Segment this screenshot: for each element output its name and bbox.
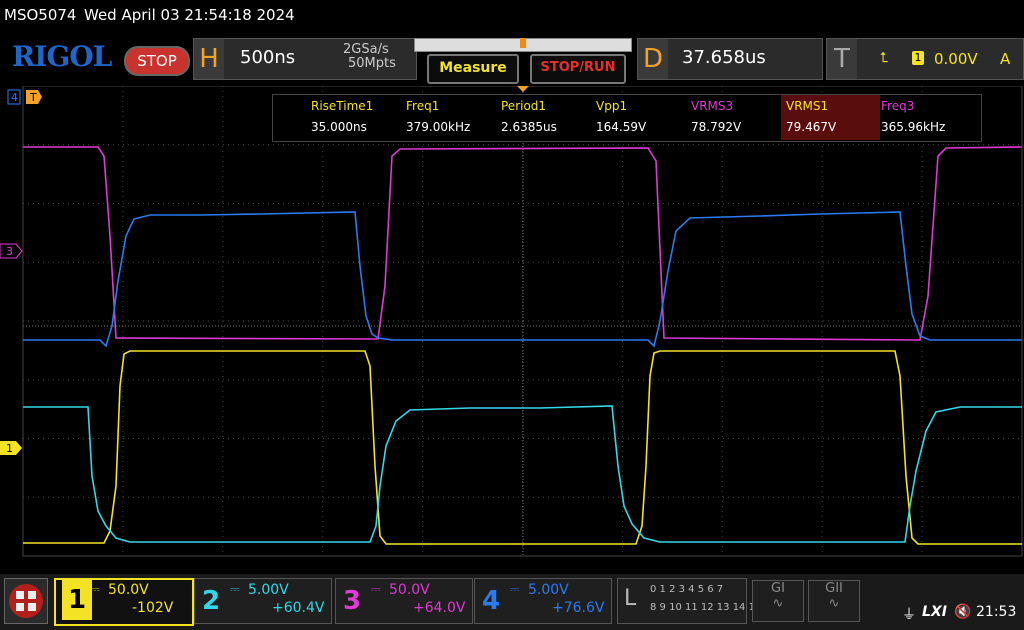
measurement-value: 79.467V <box>781 117 880 140</box>
dc-coupling-icon: ⎓ <box>510 582 520 596</box>
measurement-value: 365.96kHz <box>881 120 946 134</box>
sine-wave-icon: ∿ <box>828 596 840 611</box>
measurement-value: 164.59V <box>596 120 647 134</box>
channel-2-number: 2 <box>202 586 221 616</box>
generator-2-label: GII <box>825 581 843 596</box>
logic-channels-low: 0 1 2 3 4 5 6 7 <box>650 584 724 595</box>
measurement-label: VRMS3 <box>691 99 734 113</box>
timebase-value: 500ns <box>240 47 296 68</box>
run-state-badge[interactable]: STOP <box>124 46 190 76</box>
channel-1-offset: -102V <box>132 600 174 616</box>
trigger-mode: A <box>1000 50 1011 68</box>
logic-key[interactable]: L <box>624 586 636 611</box>
rigol-logo: RIGOL <box>12 40 112 73</box>
channel-3-offset: +64.0V <box>413 600 466 616</box>
generator-1-button[interactable]: GI ∿ <box>752 580 804 622</box>
usb-icon: ⏚ <box>902 607 916 623</box>
measurement-table[interactable]: RiseTime1 35.000ns Freq1 379.00kHz Period1 2.… <box>272 94 982 142</box>
ch3-marker-label: 3 <box>6 245 13 258</box>
measurement-value: 78.792V <box>691 120 742 134</box>
rising-edge-icon: ⮤ <box>880 50 889 66</box>
measurement-label: RiseTime1 <box>311 99 374 113</box>
horizontal-key[interactable]: H <box>194 39 224 79</box>
dc-coupling-icon: ⎓ <box>90 582 100 596</box>
measurement-label: Freq3 <box>881 99 915 113</box>
measurement-value: 2.6385us <box>501 120 557 134</box>
grid-menu-icon <box>9 584 43 618</box>
ch4-marker[interactable]: 4 <box>7 89 21 105</box>
ch4-marker-label: 4 <box>11 91 18 104</box>
datetime-label: Wed April 03 21:54:18 2024 <box>84 6 295 24</box>
measurement-label: Freq1 <box>406 99 440 113</box>
delay-key[interactable]: D <box>638 39 668 79</box>
lxi-logo: LXI <box>922 604 947 620</box>
channel-2-offset: +60.4V <box>272 600 325 616</box>
dc-coupling-icon: ⎓ <box>230 582 240 596</box>
channel-4-offset: +76.6V <box>552 600 605 616</box>
channel-1-number: 1 <box>62 580 93 620</box>
trigger-level-glyph: T <box>29 91 37 104</box>
measurement-label: VRMS1 <box>781 95 880 119</box>
measure-button[interactable]: Measure <box>427 54 519 84</box>
trigger-level: 0.00V <box>934 50 978 68</box>
trigger-key[interactable]: T <box>827 39 857 79</box>
memory-depth: 50Mpts <box>348 56 396 71</box>
dc-coupling-icon: ⎓ <box>371 582 381 596</box>
ch1-marker-label: 1 <box>6 442 13 455</box>
logic-channels-high: 8 9 10 11 12 13 14 15 <box>650 602 762 613</box>
sine-wave-icon: ∿ <box>772 596 784 611</box>
menu-button[interactable] <box>4 578 48 624</box>
stop-run-button[interactable]: STOP/RUN <box>530 54 626 84</box>
channel-4-number: 4 <box>482 586 501 616</box>
measurement-value: 35.000ns <box>311 120 367 134</box>
trigger-position-arrow <box>517 86 529 92</box>
delay-value: 37.658us <box>682 47 766 68</box>
ch3-marker[interactable]: 3 <box>0 243 23 259</box>
generator-2-button[interactable]: GII ∿ <box>808 580 860 622</box>
model-label: MSO5074 <box>4 6 77 24</box>
trigger-position-marker <box>520 38 526 48</box>
waveform-display[interactable]: 4 T 3 1 <box>0 86 1024 574</box>
speaker-mute-icon[interactable]: 🔇 <box>954 604 971 620</box>
channel-3-number: 3 <box>343 586 362 616</box>
ch1-marker[interactable]: 1 <box>0 441 22 455</box>
sample-rate: 2GSa/s <box>343 42 389 57</box>
clock: 21:53 <box>976 604 1017 620</box>
measurement-value: 379.00kHz <box>406 120 471 134</box>
generator-1-label: GI <box>771 581 785 596</box>
trigger-source: 1 <box>912 51 924 65</box>
measurement-label: Period1 <box>501 99 547 113</box>
measurement-label: Vpp1 <box>596 99 628 113</box>
